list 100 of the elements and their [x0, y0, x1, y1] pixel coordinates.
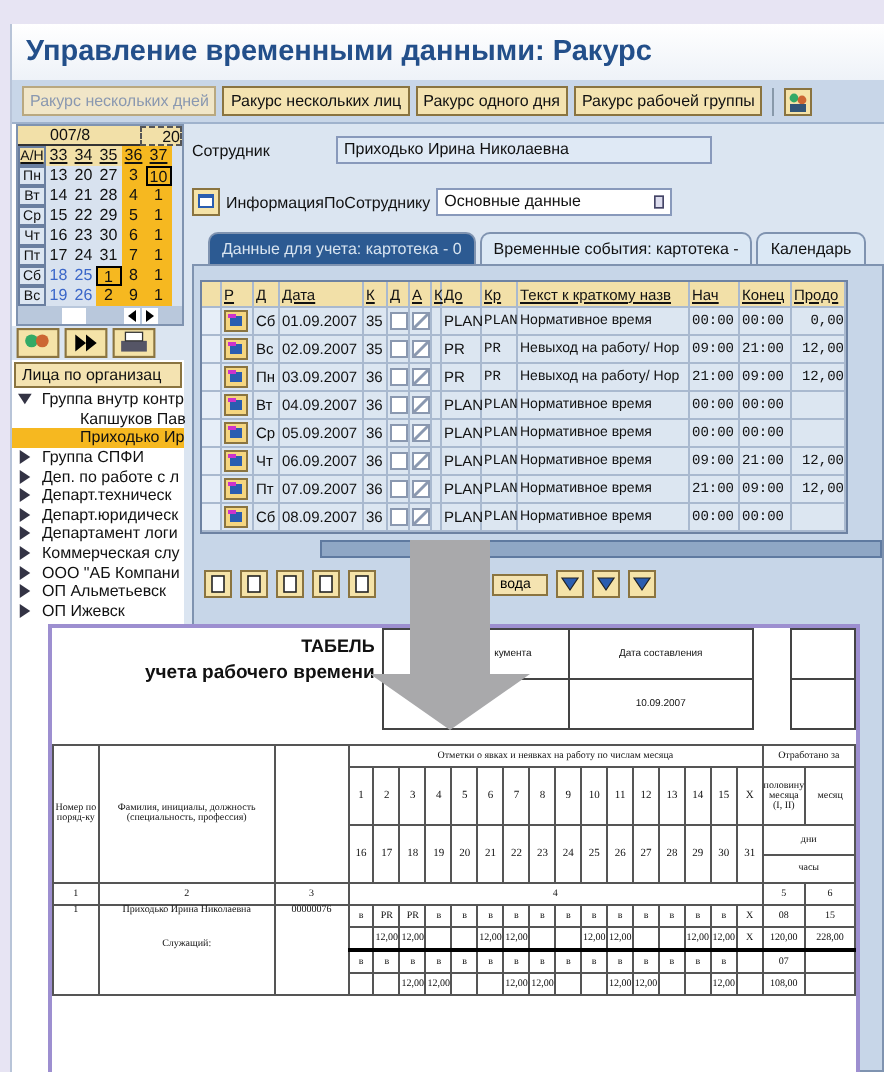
view-button[interactable]: Ракурс одного дня [415, 86, 568, 116]
calendar-day[interactable]: 15 [46, 206, 71, 226]
checkbox[interactable] [412, 480, 430, 498]
calendar-day[interactable]: 20 [71, 166, 96, 186]
expand-icon[interactable] [18, 584, 32, 599]
calendar-day[interactable]: 1 [146, 226, 171, 246]
dropdown-icon[interactable] [654, 194, 665, 210]
checkbox[interactable] [390, 452, 408, 470]
calendar-day[interactable]: 21 [71, 186, 96, 206]
tree-item[interactable]: ООО "АБ Компани [12, 562, 184, 582]
calendar-day[interactable]: 6 [121, 226, 146, 246]
scroll-thumb[interactable] [62, 307, 86, 323]
checkbox[interactable] [390, 340, 408, 358]
calendar-day[interactable]: 2 [96, 286, 121, 306]
window-icon[interactable] [224, 506, 248, 528]
checkbox[interactable] [412, 396, 430, 414]
tool-icon[interactable] [240, 570, 268, 598]
expand-icon[interactable] [18, 526, 32, 541]
people-icon[interactable] [16, 328, 60, 358]
calendar-day[interactable]: 30 [96, 226, 121, 246]
tree-item[interactable]: Группа СПФИ [12, 447, 184, 467]
calendar-day[interactable]: 27 [96, 166, 121, 186]
calendar-day[interactable]: 8 [121, 266, 146, 286]
window-icon[interactable] [224, 338, 248, 360]
checkbox[interactable] [412, 508, 430, 526]
scroll-right-icon[interactable] [142, 307, 158, 323]
checkbox[interactable] [412, 340, 430, 358]
calendar-day[interactable]: 10 [146, 166, 171, 186]
tool-icon[interactable] [312, 570, 340, 598]
expand-icon[interactable] [18, 488, 32, 503]
calendar-day[interactable]: 16 [46, 226, 71, 246]
calendar-day[interactable]: 23 [71, 226, 96, 246]
checkbox[interactable] [412, 452, 430, 470]
calendar-day[interactable]: 24 [71, 246, 96, 266]
calendar-day[interactable]: 4 [121, 186, 146, 206]
tool-icon[interactable] [276, 570, 304, 598]
tree-item[interactable]: Департамент логи [12, 524, 184, 544]
calendar-day[interactable]: 28 [96, 186, 121, 206]
calendar-day[interactable]: 5 [121, 206, 146, 226]
tree-item[interactable]: Группа внутр контр [12, 390, 184, 410]
checkbox[interactable] [412, 424, 430, 442]
calendar-day[interactable]: 1 [96, 266, 121, 286]
checkbox[interactable] [390, 368, 408, 386]
checkbox[interactable] [412, 368, 430, 386]
calendar-day[interactable]: 1 [146, 286, 171, 306]
expand-icon[interactable] [18, 469, 32, 484]
calendar-day[interactable]: 1 [146, 266, 171, 286]
info-dropdown[interactable]: Основные данные [436, 188, 673, 216]
calendar-day[interactable]: 17 [46, 246, 71, 266]
tool-icon[interactable] [348, 570, 376, 598]
scrollbar[interactable] [18, 306, 182, 324]
tool-icon[interactable] [592, 570, 621, 598]
calendar-day[interactable]: 9 [121, 286, 146, 306]
expand-icon[interactable] [18, 450, 32, 465]
tool-icon[interactable] [628, 570, 657, 598]
calendar-day[interactable]: 14 [46, 186, 71, 206]
tab[interactable]: Календарь [756, 232, 866, 264]
checkbox[interactable] [390, 424, 408, 442]
tool-icon[interactable] [204, 570, 232, 598]
employee-field[interactable]: Приходько Ирина Николаевна [336, 136, 712, 164]
tree-item[interactable]: Деп. по работе с л [12, 466, 184, 486]
printer-icon[interactable] [112, 328, 156, 358]
calendar-day[interactable]: 3 [121, 166, 146, 186]
window-icon[interactable] [224, 450, 248, 472]
calendar-day[interactable]: 1 [146, 206, 171, 226]
tab[interactable]: Временные события: картотека - [479, 232, 753, 264]
window-icon[interactable] [224, 394, 248, 416]
tree-item[interactable]: ОП Альметьевск [12, 581, 184, 602]
window-icon[interactable] [224, 366, 248, 388]
window-icon[interactable] [224, 310, 248, 332]
checkbox[interactable] [390, 480, 408, 498]
tree-item[interactable]: Коммерческая слу [12, 543, 184, 563]
tab[interactable]: Данные для учета: картотека - 0 [208, 232, 476, 264]
calendar-day[interactable]: 31 [96, 246, 121, 266]
calendar-day[interactable]: 13 [46, 166, 71, 186]
expand-icon[interactable] [18, 546, 32, 561]
checkbox[interactable] [390, 508, 408, 526]
tree-item[interactable]: Приходько Ир [12, 428, 184, 448]
scroll-left-icon[interactable] [124, 307, 140, 323]
expand-icon[interactable] [18, 392, 32, 407]
checkbox[interactable] [390, 396, 408, 414]
tree-header[interactable]: Лица по организац [14, 362, 182, 388]
tool-icon[interactable] [556, 570, 585, 598]
window-icon[interactable] [224, 478, 248, 500]
checkbox[interactable] [390, 312, 408, 330]
calendar-day[interactable]: 19 [46, 286, 71, 306]
calendar-day[interactable]: 22 [71, 206, 96, 226]
tree-item[interactable]: Департ.техническ [12, 485, 184, 506]
calendar-day[interactable]: 1 [146, 246, 171, 266]
expand-icon[interactable] [18, 603, 32, 618]
view-button[interactable]: Ракурс рабочей группы [573, 86, 763, 116]
window-icon[interactable] [224, 422, 248, 444]
people-icon[interactable] [784, 87, 813, 115]
calendar-day[interactable]: 29 [96, 206, 121, 226]
window-icon[interactable] [192, 188, 220, 216]
expand-icon[interactable] [18, 565, 32, 580]
expand-icon[interactable] [18, 507, 32, 522]
view-button[interactable]: Ракурс нескольких лиц [222, 86, 410, 116]
checkbox[interactable] [412, 312, 430, 330]
fast-forward-icon[interactable] [64, 328, 108, 358]
